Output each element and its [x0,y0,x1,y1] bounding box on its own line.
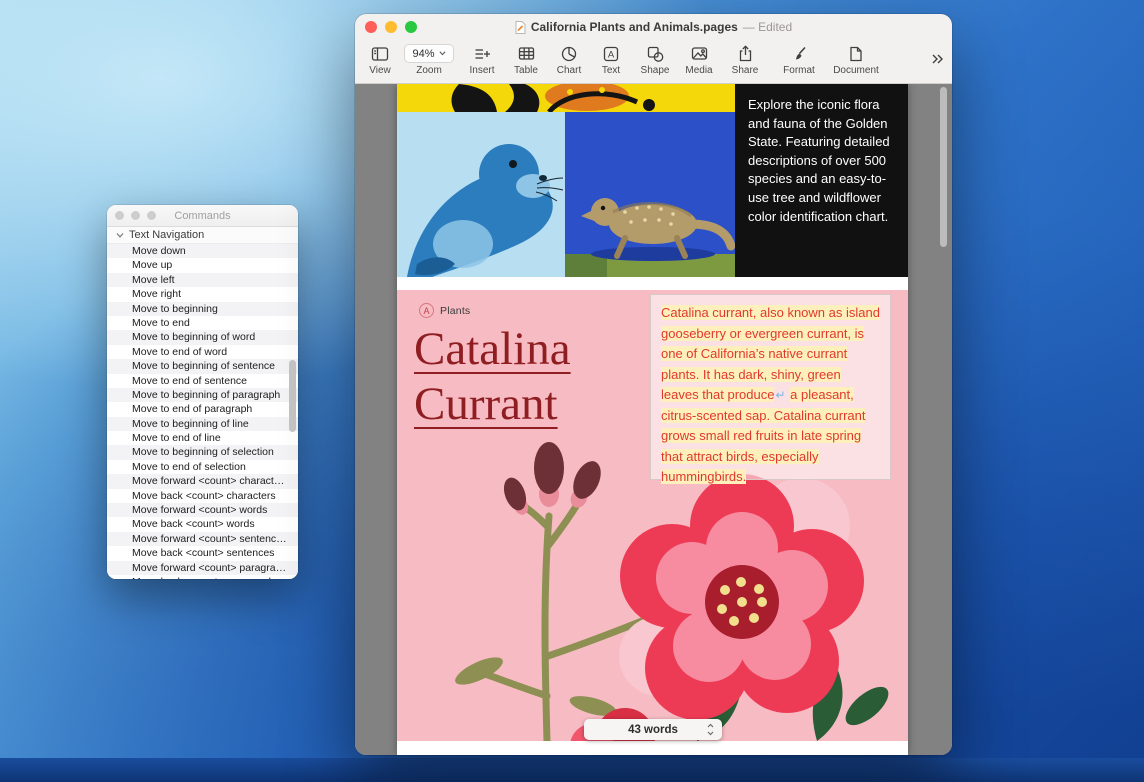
text-icon: A [603,44,619,63]
command-item[interactable]: Move to beginning of paragraph [107,388,298,402]
chart-icon [561,44,577,63]
document-page: Explore the iconic flora and fauna of th… [397,84,908,755]
window-title: California Plants and Animals.pages [531,20,738,34]
command-item[interactable]: Move left [107,273,298,287]
plants-tag: A Plants [419,303,470,318]
command-item[interactable]: Move down [107,244,298,258]
command-item[interactable]: Move back <count> paragraphs [107,575,298,579]
toolbar-overflow-button[interactable] [931,52,944,70]
word-count-control[interactable]: 43 words [584,719,722,740]
section-heading: Catalina Currant [414,322,571,432]
pages-toolbar: View 94% Zoom Insert Table [355,40,952,84]
intro-text-block[interactable]: Explore the iconic flora and fauna of th… [735,84,908,277]
command-item[interactable]: Move forward <count> sentenc… [107,532,298,546]
command-item[interactable]: Move back <count> characters [107,489,298,503]
command-item[interactable]: Move to end of paragraph [107,402,298,416]
command-item[interactable]: Move to end of selection [107,460,298,474]
command-item[interactable]: Move forward <count> words [107,503,298,517]
command-item[interactable]: Move up [107,258,298,272]
table-button[interactable]: Table [504,44,548,76]
chevron-down-icon [439,51,446,56]
command-item[interactable]: Move back <count> words [107,517,298,531]
lizard-image [565,112,735,277]
lizard-illustration [565,112,735,277]
view-icon [371,44,389,63]
window-edited-status: — Edited [743,20,792,34]
body-text-box[interactable]: Catalina currant, also known as island g… [650,294,891,480]
butterfly-image-strip [397,84,735,112]
share-button[interactable]: Share [723,44,767,76]
desktop: Commands Text Navigation Move downMove u… [0,0,1144,782]
table-icon [518,44,535,63]
svg-text:A: A [608,49,615,60]
shape-icon [647,44,664,63]
command-item[interactable]: Move forward <count> paragra… [107,561,298,575]
share-icon [738,44,753,63]
command-item[interactable]: Move to beginning [107,302,298,316]
document-button[interactable]: Document [826,44,886,76]
word-count-value: 43 words [628,724,678,736]
commands-panel: Commands Text Navigation Move downMove u… [107,205,298,579]
section-label: Text Navigation [129,229,204,241]
seal-image [397,112,565,277]
view-button[interactable]: View [358,44,402,76]
format-brush-icon [791,44,807,63]
fullscreen-button[interactable] [405,21,417,33]
format-button[interactable]: Format [777,44,821,76]
command-item[interactable]: Move to end of sentence [107,374,298,388]
command-item[interactable]: Move to beginning of word [107,330,298,344]
command-item[interactable]: Move to end of line [107,431,298,445]
command-item[interactable]: Move back <count> sentences [107,546,298,560]
media-button[interactable]: Media [677,44,721,76]
heading-line-2: Currant [414,377,571,432]
minimize-button[interactable] [385,21,397,33]
command-item[interactable]: Move to beginning of sentence [107,359,298,373]
chevron-down-icon [116,233,124,238]
insertion-marker: ↵ [774,388,786,402]
chart-button[interactable]: Chart [547,44,591,76]
plants-label: Plants [440,305,470,317]
command-item[interactable]: Move to beginning of line [107,417,298,431]
document-file-icon [515,21,526,34]
document-canvas: Explore the iconic flora and fauna of th… [355,84,952,755]
media-icon [691,44,708,63]
text-button[interactable]: A Text [589,44,633,76]
word-count-stepper-icon[interactable] [707,723,714,741]
commands-titlebar: Commands [107,205,298,227]
plants-badge: A [419,303,434,318]
butterfly-illustration [397,84,735,112]
commands-list: Move downMove upMove leftMove rightMove … [107,244,298,579]
double-chevron-right-icon [931,53,944,65]
shape-button[interactable]: Shape [633,44,677,76]
insert-icon [474,44,491,63]
heading-line-1: Catalina [414,322,571,377]
commands-scrollbar-thumb[interactable] [289,360,296,432]
command-item[interactable]: Move forward <count> charact… [107,474,298,488]
zoom-value: 94% [412,48,434,60]
insert-button[interactable]: Insert [460,44,504,76]
pages-window: California Plants and Animals.pages — Ed… [355,14,952,755]
document-scrollbar-thumb[interactable] [940,87,947,247]
zoom-window-dot[interactable] [147,211,156,220]
desktop-bottom-band [0,758,1144,782]
close-window-dot[interactable] [115,211,124,220]
minimize-window-dot[interactable] [131,211,140,220]
command-item[interactable]: Move to beginning of selection [107,445,298,459]
close-button[interactable] [365,21,377,33]
pages-titlebar: California Plants and Animals.pages — Ed… [355,14,952,40]
zoom-control[interactable]: 94% Zoom [401,44,457,76]
command-item[interactable]: Move to end of word [107,345,298,359]
command-item[interactable]: Move right [107,287,298,301]
command-item[interactable]: Move to end [107,316,298,330]
document-icon [849,44,863,63]
seal-illustration [397,112,565,277]
plants-section: A Plants Catalina Currant Catalina curra… [397,290,908,741]
section-text-navigation[interactable]: Text Navigation [107,227,298,244]
